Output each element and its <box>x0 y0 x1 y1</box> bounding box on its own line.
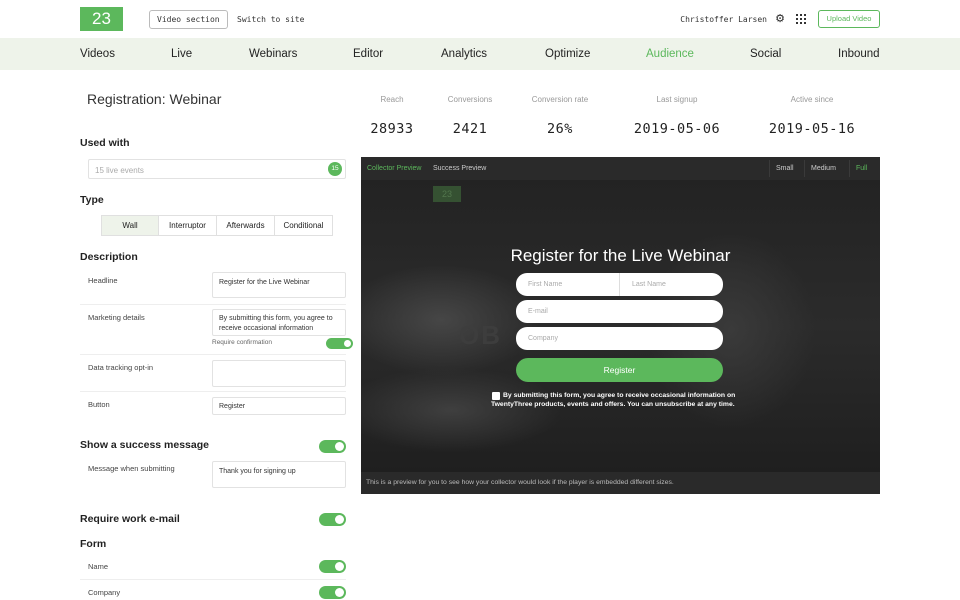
type-option-interruptor[interactable]: Interruptor <box>159 216 217 235</box>
type-title: Type <box>80 194 104 206</box>
marketing-details-label: Marketing details <box>88 313 145 322</box>
work-email-title: Require work e-mail <box>80 513 180 525</box>
used-with-input[interactable]: 15 live events <box>88 159 346 179</box>
nav-item-optimize[interactable]: Optimize <box>545 38 590 70</box>
stat-last-signup-value: 2019-05-06 <box>633 121 721 137</box>
collector-preview-panel: Collector Preview Success Preview Small … <box>361 157 880 494</box>
form-field-company-toggle[interactable] <box>319 586 346 599</box>
main-nav: Videos Live Webinars Editor Analytics Op… <box>0 38 960 70</box>
preview-toolbar: Collector Preview Success Preview Small … <box>361 157 880 180</box>
require-confirmation-toggle[interactable] <box>326 338 353 349</box>
stat-last-signup-label: Last signup <box>656 95 698 104</box>
register-button[interactable]: Register <box>516 358 723 382</box>
tab-success-preview[interactable]: Success Preview <box>433 157 486 180</box>
stat-conversion-rate-label: Conversion rate <box>531 95 589 104</box>
size-small-button[interactable]: Small <box>769 160 800 177</box>
success-message-title: Show a success message <box>80 439 209 451</box>
nav-item-webinars[interactable]: Webinars <box>249 38 297 70</box>
require-confirmation-label: Require confirmation <box>212 339 272 346</box>
upload-video-button[interactable]: Upload Video <box>818 10 880 28</box>
name-field-divider <box>619 273 620 296</box>
preview-headline: Register for the Live Webinar <box>510 246 731 265</box>
form-field-company-label: Company <box>88 588 121 597</box>
gear-icon[interactable]: ⚙ <box>774 13 786 25</box>
nav-item-live[interactable]: Live <box>171 38 192 70</box>
button-text-input[interactable]: Register <box>212 397 346 415</box>
type-option-conditional[interactable]: Conditional <box>275 216 332 235</box>
top-bar: 23 Video section Switch to site Christof… <box>0 0 960 38</box>
form-field-name-label: Name <box>88 562 109 571</box>
preview-footer-note: This is a preview for you to see how you… <box>361 472 880 494</box>
form-title: Form <box>80 538 107 550</box>
video-background: 23 OB Register for the Live Webinar Firs… <box>361 180 880 472</box>
description-title: Description <box>80 251 138 263</box>
page-title: Registration: Webinar <box>87 91 222 107</box>
company-field[interactable]: Company <box>516 327 723 350</box>
work-email-toggle[interactable] <box>319 513 346 526</box>
headline-label: Headline <box>88 276 118 285</box>
size-medium-button[interactable]: Medium <box>804 160 842 177</box>
nav-item-audience[interactable]: Audience <box>646 38 694 70</box>
nav-item-inbound[interactable]: Inbound <box>838 38 880 70</box>
type-option-afterwards[interactable]: Afterwards <box>217 216 275 235</box>
used-with-title: Used with <box>80 137 130 149</box>
brand-logo[interactable]: 23 <box>80 7 123 31</box>
nav-item-editor[interactable]: Editor <box>353 38 383 70</box>
button-label: Button <box>88 400 110 409</box>
email-field[interactable]: E-mail <box>516 300 723 323</box>
apps-grid-icon[interactable] <box>796 14 806 24</box>
stat-active-since-label: Active since <box>790 95 834 104</box>
user-name[interactable]: Christoffer Larsen <box>680 10 767 29</box>
type-option-wall[interactable]: Wall <box>102 216 159 235</box>
headline-input[interactable]: Register for the Live Webinar <box>212 272 346 298</box>
divider <box>80 579 346 580</box>
message-when-submitting-label: Message when submitting <box>88 464 175 473</box>
nav-item-analytics[interactable]: Analytics <box>441 38 487 70</box>
type-segmented-control: Wall Interruptor Afterwards Conditional <box>101 215 333 236</box>
consent-text: By submitting this form, you agree to re… <box>491 392 736 408</box>
switch-to-site-link[interactable]: Switch to site <box>237 10 304 29</box>
used-with-count-badge: 15 <box>328 162 342 176</box>
tracking-opt-in-input[interactable] <box>212 360 346 387</box>
nav-item-videos[interactable]: Videos <box>80 38 115 70</box>
success-message-input[interactable]: Thank you for signing up <box>212 461 346 488</box>
stat-active-since-value: 2019-05-16 <box>768 121 856 137</box>
tracking-opt-in-label: Data tracking opt-in <box>88 363 154 372</box>
tab-collector-preview[interactable]: Collector Preview <box>367 157 421 180</box>
marketing-details-input[interactable]: By submitting this form, you agree to re… <box>212 309 346 336</box>
last-name-placeholder: Last Name <box>632 281 666 288</box>
nav-item-social[interactable]: Social <box>750 38 781 70</box>
divider <box>80 354 346 355</box>
size-full-button[interactable]: Full <box>849 160 873 177</box>
divider <box>80 304 346 305</box>
divider <box>80 391 346 392</box>
stat-conversion-rate-value: 26% <box>547 121 573 137</box>
first-name-placeholder: First Name <box>528 281 563 288</box>
success-message-toggle[interactable] <box>319 440 346 453</box>
video-section-button[interactable]: Video section <box>149 10 228 29</box>
video-background-text: OB <box>459 320 502 350</box>
video-watermark-logo: 23 <box>433 186 461 202</box>
form-field-name-toggle[interactable] <box>319 560 346 573</box>
